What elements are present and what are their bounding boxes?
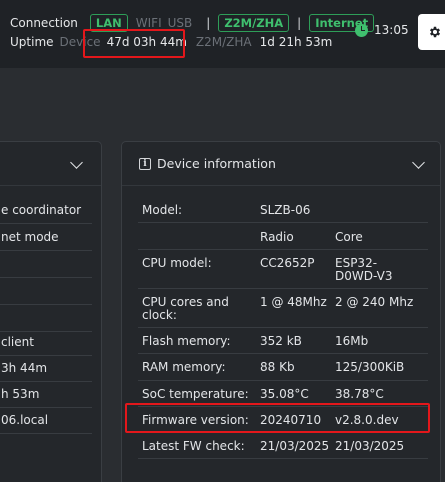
row-label: CPU cores and clock:	[142, 295, 229, 322]
chevron-down-icon[interactable]	[412, 156, 425, 169]
divider	[0, 407, 92, 408]
table-row: Flash memory: 352 kB 16Mb	[138, 328, 428, 354]
row-value-1: 35.08°C	[260, 387, 309, 401]
z2m-uptime-value: 1d 21h 53m	[259, 35, 333, 49]
row-label: CPU model:	[142, 256, 212, 270]
chevron-down-icon[interactable]	[70, 156, 83, 169]
wifi-label: WIFI	[135, 16, 162, 30]
left-card-row: 3h 44m	[1, 361, 48, 375]
connection-label: Connection	[10, 16, 78, 30]
table-row: CPU cores and clock: 1 @ 48Mhz 2 @ 240 M…	[138, 289, 428, 328]
uptime-highlight	[83, 29, 185, 58]
table-row: CPU model: CC2652P ESP32-D0WD-V3	[138, 250, 428, 289]
connection-row: Connection LAN WIFI USB | Z2M/ZHA | Inte…	[10, 13, 375, 33]
left-card-header[interactable]	[0, 142, 101, 186]
info-icon: i	[139, 157, 151, 170]
table-row: Radio Core	[138, 223, 428, 250]
row-value-2: ESP32-D0WD-V3	[335, 256, 393, 283]
table-row: Latest FW check: 21/03/2025 21/03/2025	[138, 433, 428, 459]
separator: |	[206, 16, 211, 30]
row-value-2: 16Mb	[335, 334, 369, 348]
divider	[0, 355, 92, 356]
left-card-row: client	[1, 335, 34, 349]
uptime-label: Uptime	[10, 35, 54, 49]
device-info-header[interactable]: i Device information	[122, 142, 440, 186]
divider	[0, 250, 92, 251]
divider	[0, 433, 92, 434]
divider	[0, 381, 92, 382]
divider	[0, 304, 92, 305]
gear-icon	[429, 26, 441, 38]
divider	[0, 277, 92, 278]
device-info-title: i Device information	[139, 156, 276, 171]
row-label: SoC temperature:	[142, 387, 249, 401]
row-value-1: 21/03/2025	[260, 439, 330, 453]
table-row: RAM memory: 88 Kb 125/300KiB	[138, 354, 428, 381]
row-value-1: 88 Kb	[260, 360, 295, 374]
settings-button[interactable]	[418, 14, 445, 50]
row-value-1: 352 kB	[260, 334, 302, 348]
clock-time: 13:05	[374, 23, 409, 37]
row-value-2: Core	[335, 230, 363, 244]
row-label: Latest FW check:	[142, 439, 245, 453]
firmware-highlight	[125, 403, 430, 433]
z2m-badge: Z2M/ZHA	[218, 14, 290, 32]
left-card-row: 06.local	[1, 413, 49, 427]
row-value-1: CC2652P	[260, 256, 315, 270]
row-label: Flash memory:	[142, 334, 231, 348]
clock: 13:05	[355, 23, 409, 37]
left-card-row: net mode	[1, 230, 59, 244]
left-card-row: e coordinator	[1, 203, 82, 217]
top-bar: Connection LAN WIFI USB | Z2M/ZHA | Inte…	[0, 0, 445, 68]
left-card: e coordinator net mode client 3h 44m h 5…	[0, 141, 102, 482]
separator: |	[297, 16, 302, 30]
row-value-2: 38.78°C	[335, 387, 384, 401]
row-label: RAM memory:	[142, 360, 226, 374]
z2m-uptime-label: Z2M/ZHA	[195, 35, 252, 49]
row-value-1: Radio	[260, 230, 294, 244]
row-label: Model:	[142, 203, 183, 217]
left-card-row: h 53m	[1, 387, 40, 401]
row-value-2: 125/300KiB	[335, 360, 405, 374]
device-info-title-text: Device information	[157, 156, 276, 171]
table-row: Model: SLZB-06	[138, 195, 428, 223]
row-value-2: 21/03/2025	[335, 439, 405, 453]
row-value-1: 1 @ 48Mhz	[260, 295, 327, 309]
divider	[0, 223, 92, 224]
usb-label: USB	[167, 16, 193, 30]
row-value-1: SLZB-06	[260, 203, 311, 217]
clock-icon	[355, 23, 368, 37]
divider	[0, 331, 92, 332]
row-value-2: 2 @ 240 Mhz	[335, 295, 414, 309]
